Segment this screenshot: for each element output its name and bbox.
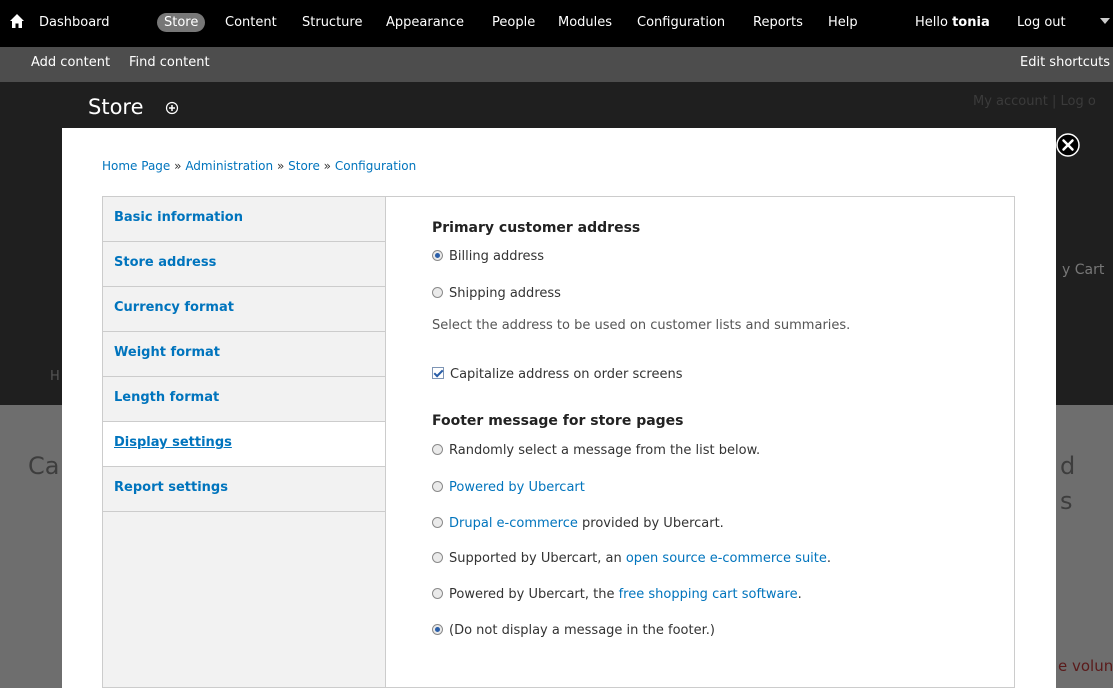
tab-currency-format[interactable]: Currency format — [103, 287, 386, 332]
background-heading-fragment: Ca — [28, 452, 60, 480]
add-content-link[interactable]: Add content — [31, 55, 110, 71]
overlay-title: Store — [88, 95, 144, 119]
option-label: Randomly select a message from the list … — [449, 443, 761, 458]
footer-random-radio[interactable] — [432, 444, 443, 455]
footer-powered-option[interactable]: Powered by Ubercart — [432, 479, 585, 497]
add-to-shortcuts-icon[interactable] — [165, 101, 179, 115]
tab-label: Report settings — [114, 480, 228, 495]
capitalize-address-checkbox[interactable] — [432, 367, 444, 379]
option-label: provided by Ubercart. — [577, 516, 724, 531]
menu-structure[interactable]: Structure — [302, 15, 362, 31]
free-shopping-cart-link[interactable]: free shopping cart software — [619, 587, 798, 602]
powered-by-ubercart-link[interactable]: Powered by Ubercart — [449, 480, 585, 495]
menu-reports[interactable]: Reports — [753, 15, 803, 31]
option-label: (Do not display a message in the footer.… — [449, 623, 715, 638]
option-label: Powered by Ubercart, the — [449, 587, 619, 602]
username[interactable]: tonia — [952, 15, 990, 30]
billing-address-option[interactable]: Billing address — [432, 248, 544, 266]
open-source-suite-link[interactable]: open source e-commerce suite — [626, 551, 827, 566]
tab-label: Length format — [114, 390, 220, 405]
footer-powered-radio[interactable] — [432, 481, 443, 492]
tab-label: Store address — [114, 255, 217, 270]
close-overlay-icon[interactable] — [1056, 133, 1080, 157]
tab-display-settings[interactable]: Display settings — [103, 422, 388, 467]
menu-people[interactable]: People — [492, 15, 535, 31]
background-nav-fragment: H — [50, 369, 60, 384]
footer-drupal-option[interactable]: Drupal e-commerce provided by Ubercart. — [432, 515, 724, 533]
option-suffix: . — [826, 551, 832, 566]
shortcuts-bar: Add content Find content Edit shortcuts — [0, 47, 1113, 82]
primary-address-heading: Primary customer address — [432, 220, 641, 236]
tab-weight-format[interactable]: Weight format — [103, 332, 386, 377]
admin-toolbar: Dashboard Store Content Structure Appear… — [0, 0, 1113, 47]
background-cart-text: y Cart — [1062, 262, 1105, 278]
menu-help[interactable]: Help — [828, 15, 858, 31]
breadcrumb-administration[interactable]: Administration — [185, 159, 273, 173]
shipping-address-option[interactable]: Shipping address — [432, 285, 561, 303]
tab-label: Weight format — [114, 345, 220, 360]
footer-drupal-radio[interactable] — [432, 517, 443, 528]
breadcrumb-separator: » — [174, 159, 182, 173]
menu-modules[interactable]: Modules — [558, 15, 612, 31]
footer-random-option[interactable]: Randomly select a message from the list … — [432, 442, 760, 460]
breadcrumb-store[interactable]: Store — [288, 159, 320, 173]
option-suffix: . — [797, 587, 802, 602]
footer-none-option[interactable]: (Do not display a message in the footer.… — [432, 622, 715, 640]
background-bottom-fragment: e volun — [1058, 657, 1113, 675]
footer-none-radio[interactable] — [432, 624, 443, 635]
toggle-drawer-icon[interactable] — [1099, 16, 1111, 26]
menu-appearance[interactable]: Appearance — [386, 15, 464, 31]
tab-label: Display settings — [114, 435, 232, 450]
breadcrumb-configuration[interactable]: Configuration — [335, 159, 416, 173]
vertical-tabs: Basic information Store address Currency… — [102, 196, 388, 688]
tab-report-settings[interactable]: Report settings — [103, 467, 386, 512]
footer-free-option[interactable]: Powered by Ubercart, the free shopping c… — [432, 586, 802, 604]
tab-label: Currency format — [114, 300, 234, 315]
greeting-prefix: Hello — [915, 15, 948, 30]
footer-free-radio[interactable] — [432, 588, 443, 599]
breadcrumb-home[interactable]: Home Page — [102, 159, 170, 173]
footer-supported-option[interactable]: Supported by Ubercart, an open source e-… — [432, 550, 831, 568]
menu-dashboard[interactable]: Dashboard — [39, 15, 110, 31]
home-icon[interactable] — [9, 13, 25, 29]
tab-label: Basic information — [114, 210, 243, 225]
menu-store[interactable]: Store — [157, 13, 206, 32]
tab-length-format[interactable]: Length format — [103, 377, 386, 422]
find-content-link[interactable]: Find content — [129, 55, 210, 71]
breadcrumb-separator: » — [323, 159, 332, 173]
edit-shortcuts-link[interactable]: Edit shortcuts — [1020, 55, 1110, 71]
footer-supported-radio[interactable] — [432, 552, 443, 563]
background-right-fragment-2: s — [1060, 487, 1073, 515]
breadcrumb: Home Page » Administration » Store » Con… — [102, 159, 416, 173]
menu-configuration[interactable]: Configuration — [637, 15, 725, 31]
drupal-ecommerce-link[interactable]: Drupal e-commerce — [449, 516, 578, 531]
option-label: Capitalize address on order screens — [450, 367, 683, 382]
menu-content[interactable]: Content — [225, 15, 277, 31]
tab-basic-information[interactable]: Basic information — [103, 197, 386, 242]
user-greeting: Hello tonia — [915, 15, 990, 31]
capitalize-address-option[interactable]: Capitalize address on order screens — [432, 366, 682, 384]
address-description: Select the address to be used on custome… — [432, 318, 851, 333]
background-account-links: My account | Log o — [973, 94, 1096, 109]
logout-link[interactable]: Log out — [1017, 15, 1066, 31]
billing-address-radio[interactable] — [432, 250, 443, 261]
tab-store-address[interactable]: Store address — [103, 242, 386, 287]
background-right-fragment: d — [1060, 452, 1076, 480]
option-label: Supported by Ubercart, an — [449, 551, 626, 566]
footer-message-heading: Footer message for store pages — [432, 413, 684, 429]
breadcrumb-separator: » — [276, 159, 285, 173]
option-label: Shipping address — [449, 286, 561, 301]
option-label: Billing address — [449, 249, 545, 264]
shipping-address-radio[interactable] — [432, 287, 443, 298]
